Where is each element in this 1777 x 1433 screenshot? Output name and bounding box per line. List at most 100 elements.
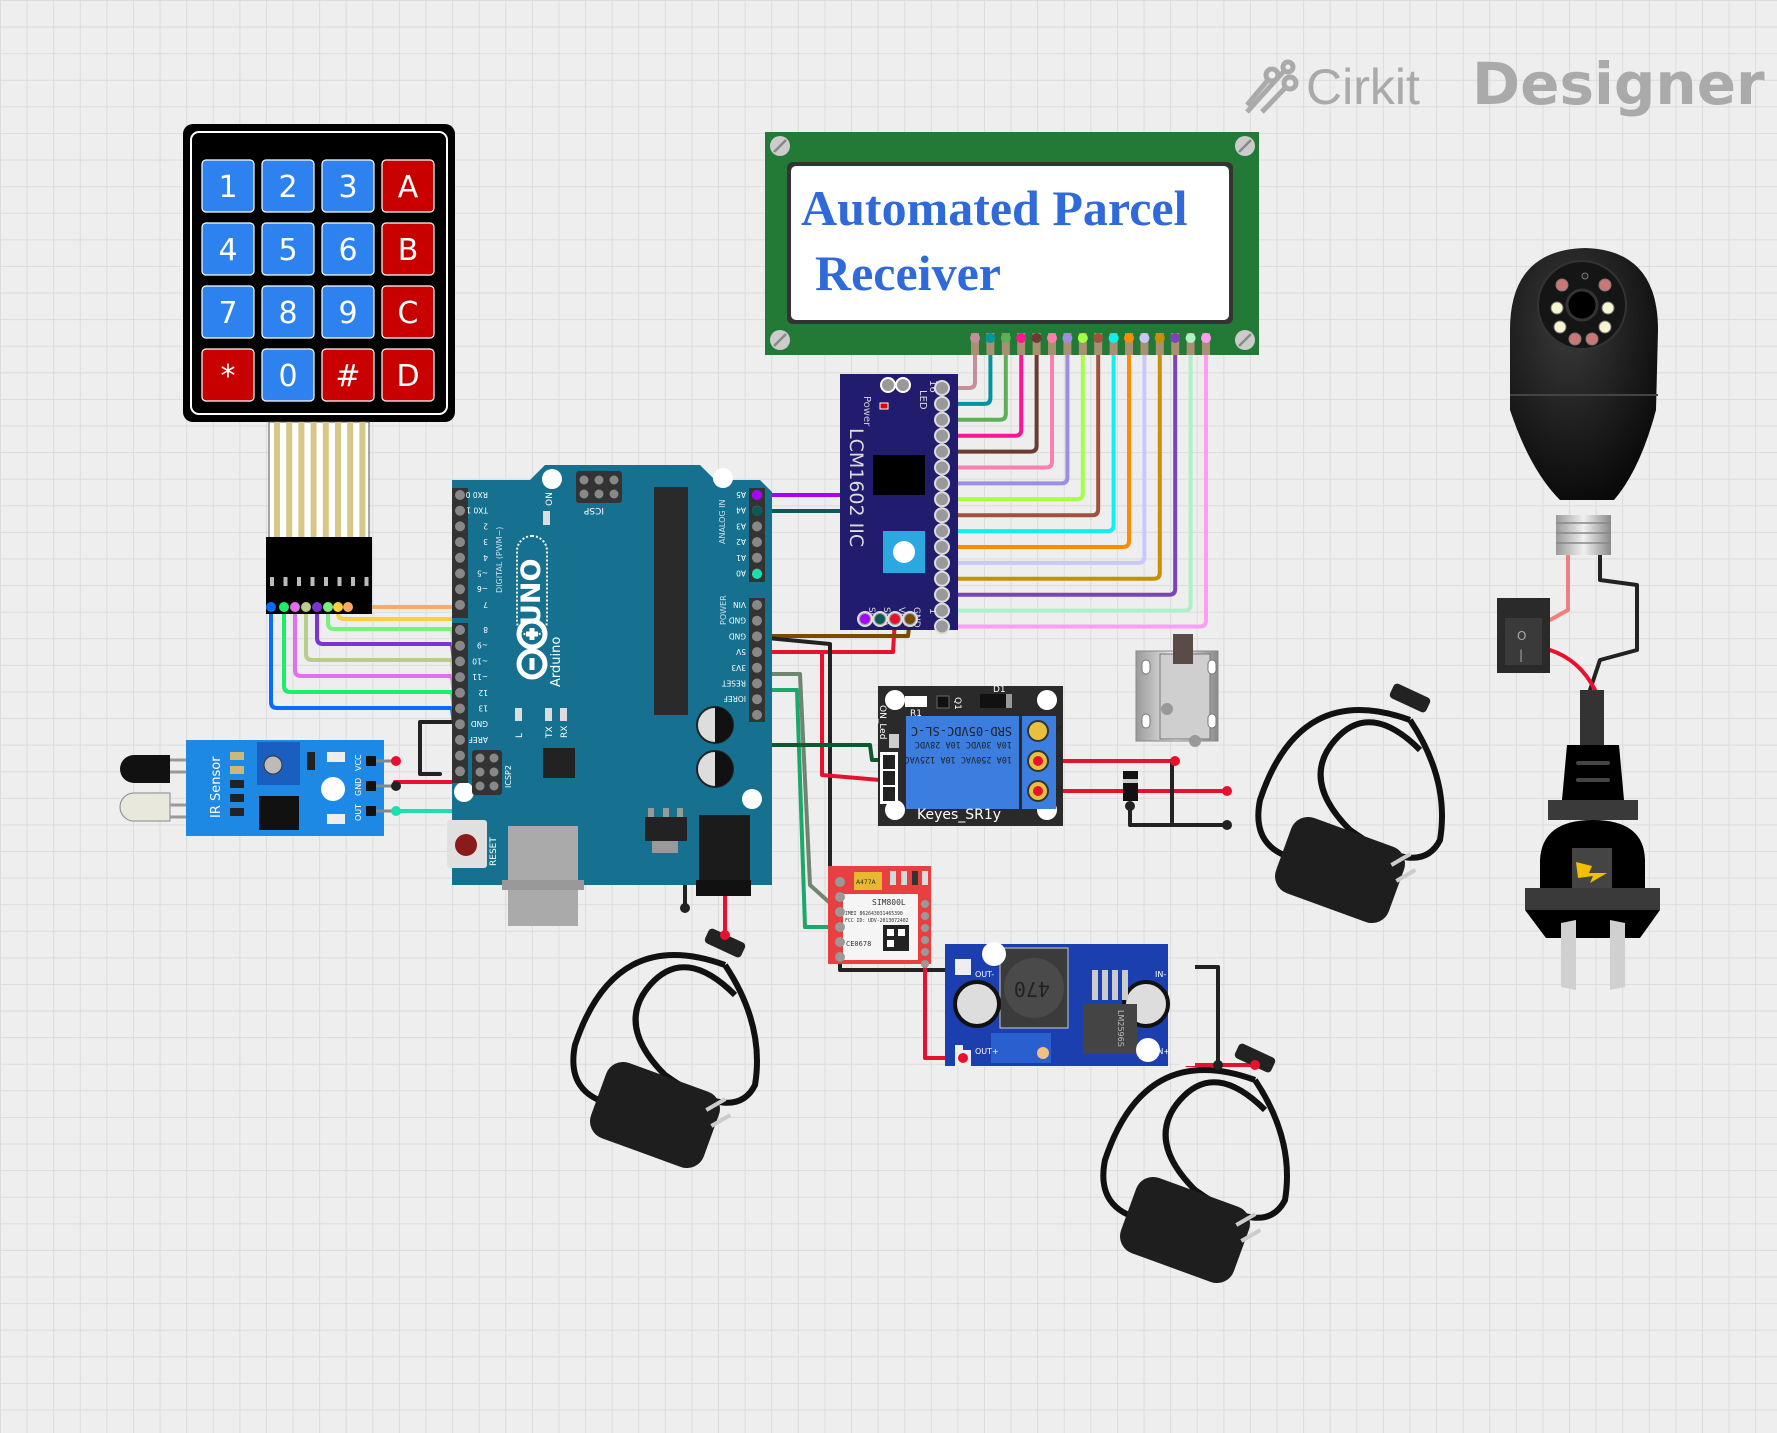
digital-pin[interactable] xyxy=(455,537,465,548)
analog-pin[interactable] xyxy=(752,552,762,563)
digital-pin[interactable] xyxy=(455,750,465,761)
wire-endpoint[interactable] xyxy=(680,903,690,913)
wire-endpoint[interactable] xyxy=(1250,1060,1260,1070)
sim-pin-right[interactable] xyxy=(921,924,929,932)
wire-endpoint[interactable] xyxy=(1213,1060,1223,1070)
i2c-lcd-pin[interactable] xyxy=(934,602,950,619)
arduino-uno[interactable]: RX0 0 TX0 1 2 3 4 ~5 ~6 7 8 ~9 ~10 ~11 12 13 GND AREF A… xyxy=(447,465,772,926)
digital-pin[interactable] xyxy=(455,584,465,595)
digital-pin[interactable] xyxy=(455,703,465,714)
keypad-key-star[interactable]: * xyxy=(201,348,255,402)
sim-pin-left[interactable] xyxy=(835,937,845,947)
i2c-lcd-pin[interactable] xyxy=(934,554,950,571)
solenoid-lock[interactable] xyxy=(1135,634,1219,747)
keypad-key-5[interactable]: 5 xyxy=(261,222,315,276)
i2c-lcd-pin[interactable] xyxy=(934,570,950,587)
sim-pin-right[interactable] xyxy=(921,948,929,956)
digital-pin[interactable] xyxy=(455,599,465,610)
wire-endpoint[interactable] xyxy=(323,602,333,612)
power-pin[interactable] xyxy=(752,600,762,610)
analog-pin[interactable] xyxy=(752,521,762,532)
digital-pin[interactable] xyxy=(455,625,465,635)
wire-endpoint[interactable] xyxy=(1033,756,1043,766)
keypad-key-a[interactable]: A xyxy=(381,159,435,213)
keypad-key-1[interactable]: 1 xyxy=(201,159,255,213)
wire-endpoint[interactable] xyxy=(391,781,401,791)
analog-pin[interactable] xyxy=(752,537,762,548)
sim-pin-left[interactable] xyxy=(835,952,845,962)
wire-endpoint[interactable] xyxy=(1125,801,1135,811)
buck-pin-in-minus[interactable] xyxy=(1179,959,1195,975)
sim-pin-left[interactable] xyxy=(835,907,845,917)
wire-endpoint[interactable] xyxy=(720,930,730,940)
sim-pin-right[interactable] xyxy=(921,960,929,968)
digital-pin[interactable] xyxy=(455,552,465,563)
rocker-switch[interactable]: O | xyxy=(1497,598,1550,673)
wire-endpoint[interactable] xyxy=(279,602,289,612)
sim-pin-left[interactable] xyxy=(835,892,845,902)
ir-pin-out[interactable] xyxy=(366,806,376,816)
keypad-key-4[interactable]: 4 xyxy=(201,222,255,276)
wire-endpoint[interactable] xyxy=(890,614,900,624)
i2c-lcd-pin[interactable] xyxy=(934,523,950,540)
digital-pin[interactable] xyxy=(455,766,465,777)
relay-module[interactable]: R1 Q1 D1 SRD-05VDC-SL-C 10A 30VDC 10A 28… xyxy=(877,685,1063,826)
wire-endpoint[interactable] xyxy=(752,506,762,516)
digital-pin[interactable] xyxy=(455,672,465,683)
lcm1602-i2c-module[interactable]: Power LED 16 LCM1602 IIC 1 SCLSDAVCCGND xyxy=(840,374,958,635)
power-pin[interactable] xyxy=(752,615,762,626)
digital-pin[interactable] xyxy=(455,656,465,667)
power-pin[interactable] xyxy=(752,678,762,689)
relay-terminal-nc[interactable] xyxy=(1027,720,1049,742)
i2c-lcd-pin[interactable] xyxy=(934,395,950,412)
wire-endpoint[interactable] xyxy=(1033,786,1043,796)
digital-pin[interactable] xyxy=(455,734,465,745)
wire-endpoint[interactable] xyxy=(391,756,401,766)
keypad-4x4[interactable]: 1 2 3 A 4 5 6 B 7 8 9 C * 0 # D xyxy=(183,124,455,614)
wire-endpoint[interactable] xyxy=(1222,820,1232,830)
keypad-key-9[interactable]: 9 xyxy=(321,285,375,339)
i2c-lcd-pin[interactable] xyxy=(934,491,950,508)
sim-pin-right[interactable] xyxy=(921,936,929,944)
wire-endpoint[interactable] xyxy=(860,614,870,624)
i2c-lcd-pin[interactable] xyxy=(934,411,950,428)
ir-sensor-module[interactable]: IR Sensor VCC GND OUT xyxy=(119,740,396,836)
wire-endpoint[interactable] xyxy=(1222,786,1232,796)
i2c-lcd-pin[interactable] xyxy=(934,507,950,524)
sim-pin-left[interactable] xyxy=(835,877,845,887)
i2c-lcd-pin[interactable] xyxy=(934,427,950,444)
digital-pin[interactable] xyxy=(455,505,465,516)
power-pin[interactable] xyxy=(752,631,762,642)
keypad-key-0[interactable]: 0 xyxy=(261,348,315,402)
keypad-key-hash[interactable]: # xyxy=(321,348,375,402)
buck-pin-out-minus[interactable] xyxy=(955,959,971,975)
wire-endpoint[interactable] xyxy=(752,569,762,579)
digital-pin[interactable] xyxy=(455,687,465,698)
schematic-canvas[interactable]: Cirkit Designer 1 2 3 A 4 5 6 B 7 8 9 C * 0 # D Automat… xyxy=(0,0,1777,1433)
digital-pin[interactable] xyxy=(455,521,465,532)
wire-endpoint[interactable] xyxy=(301,602,311,612)
ir-pin-vcc[interactable] xyxy=(366,756,376,766)
keypad-key-d[interactable]: D xyxy=(381,348,435,402)
wire-endpoint[interactable] xyxy=(905,614,915,624)
digital-pin[interactable] xyxy=(455,640,465,651)
i2c-lcd-pin[interactable] xyxy=(934,539,950,555)
wire-endpoint[interactable] xyxy=(343,602,353,612)
keypad-key-6[interactable]: 6 xyxy=(321,222,375,276)
lcd-16x2-display[interactable]: Automated Parcel Receiver xyxy=(765,132,1259,355)
wire-endpoint[interactable] xyxy=(266,602,276,612)
usb-b-port[interactable] xyxy=(508,826,578,926)
keypad-key-3[interactable]: 3 xyxy=(321,159,375,213)
keypad-key-c[interactable]: C xyxy=(381,285,435,339)
wire-endpoint[interactable] xyxy=(1170,756,1180,766)
keypad-key-7[interactable]: 7 xyxy=(201,285,255,339)
power-pin[interactable] xyxy=(752,694,762,705)
power-pin[interactable] xyxy=(752,709,762,720)
keypad-key-b[interactable]: B xyxy=(381,222,435,276)
security-camera-bulb[interactable] xyxy=(1510,248,1658,555)
sim800l-gsm-module[interactable]: A477A SIM800L IMEI 862643031465390 FCC I… xyxy=(828,866,931,968)
wire-endpoint[interactable] xyxy=(752,490,762,500)
digital-pin[interactable] xyxy=(455,719,465,730)
wire-endpoint[interactable] xyxy=(875,614,885,624)
wire-endpoint[interactable] xyxy=(312,602,322,612)
